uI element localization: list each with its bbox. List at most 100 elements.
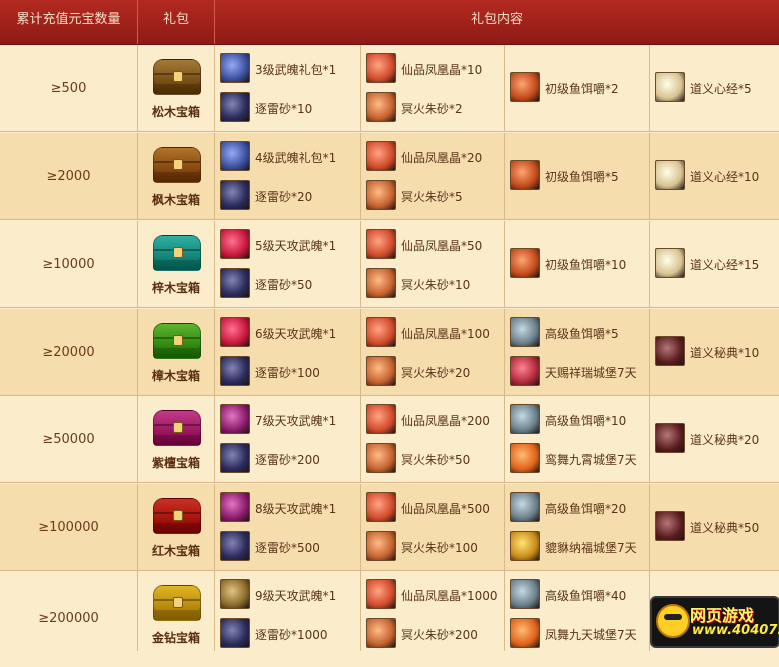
column-divider (360, 396, 361, 483)
reward-item-label: 仙品凤凰晶*500 (401, 502, 490, 516)
column-divider (137, 484, 138, 571)
header-pack: 礼包 (162, 12, 189, 27)
site-watermark: 网页游戏 www.40407.com (650, 596, 779, 648)
book-icon (655, 511, 685, 541)
column-divider (137, 309, 138, 396)
row-divider (0, 482, 779, 483)
reward-item-label: 高级鱼饵嚼*40 (545, 589, 627, 603)
column-divider (649, 45, 650, 132)
red-gem-icon (220, 229, 250, 259)
reward-item-label: 冥火朱砂*100 (401, 541, 478, 555)
reward-item-label: 道义心经*15 (690, 258, 760, 272)
castle-icon (510, 356, 540, 386)
watermark-url: www.40407.com (692, 623, 779, 638)
phoenix-crystal-icon (366, 53, 396, 83)
reward-item-label: 仙品凤凰晶*200 (401, 414, 490, 428)
reward-item-label: 高级鱼饵嚼*10 (545, 414, 627, 428)
reward-item-label: 冥火朱砂*2 (401, 102, 463, 116)
column-divider (214, 571, 215, 651)
red-gem-icon (220, 317, 250, 347)
table-row: ≥100000 红木宝箱 8级天攻武魄*1 仙品凤凰晶*500 高级鱼饵嚼*20 道义秘典… (0, 484, 779, 571)
pack-name: 紫檀宝箱 (151, 456, 200, 470)
table-row: ≥500 松木宝箱 3级武魄礼包*1 仙品凤凰晶*10 初级鱼饵嚼*2 道义心经*5 逐雷砂… (0, 45, 779, 132)
reward-item-label: 逐雷砂*100 (255, 366, 320, 380)
reward-item-label: 4级武魄礼包*1 (255, 151, 337, 165)
gift-box-icon (220, 141, 250, 171)
cinnabar-icon (366, 356, 396, 386)
row-divider (0, 219, 779, 220)
column-divider (360, 133, 361, 220)
threshold-cell: ≥20000 (42, 345, 95, 360)
thunder-sand-icon (220, 92, 250, 122)
book-icon (655, 336, 685, 366)
cinnabar-icon (366, 180, 396, 210)
reward-item-label: 道义秘典*20 (690, 433, 760, 447)
column-divider (504, 484, 505, 571)
reward-item-label: 仙品凤凰晶*20 (401, 151, 483, 165)
column-divider (214, 484, 215, 571)
column-divider (214, 309, 215, 396)
pack-cell: 枫木宝箱 (138, 133, 214, 220)
reward-item-label: 仙品凤凰晶*50 (401, 239, 483, 253)
reward-item-label: 逐雷砂*500 (255, 541, 320, 555)
pack-cell: 紫檀宝箱 (138, 396, 214, 483)
column-divider (137, 396, 138, 483)
reward-item-label: 冥火朱砂*50 (401, 453, 471, 467)
reward-item-label: 高级鱼饵嚼*20 (545, 502, 627, 516)
column-divider (214, 396, 215, 483)
column-divider (360, 571, 361, 651)
column-divider (649, 396, 650, 483)
reward-item-label: 3级武魄礼包*1 (255, 63, 337, 77)
cinnabar-icon (366, 443, 396, 473)
reward-item-label: 道义秘典*10 (690, 346, 760, 360)
purple-gem-icon (220, 492, 250, 522)
column-divider (649, 484, 650, 571)
treasure-chest-icon (153, 410, 201, 446)
reward-item-label: 初级鱼饵嚼*5 (545, 170, 619, 184)
thunder-sand-icon (220, 531, 250, 561)
thunder-sand-icon (220, 443, 250, 473)
cinnabar-icon (366, 92, 396, 122)
reward-item-label: 冥火朱砂*10 (401, 278, 471, 292)
cinnabar-icon (366, 531, 396, 561)
column-divider (649, 309, 650, 396)
reward-item-label: 5级天攻武魄*1 (255, 239, 337, 253)
bait-icon (510, 248, 540, 278)
reward-item-label: 高级鱼饵嚼*5 (545, 327, 619, 341)
thunder-sand-icon (220, 618, 250, 648)
reward-item-label: 初级鱼饵嚼*2 (545, 82, 619, 96)
treasure-chest-icon (153, 147, 201, 183)
column-divider (137, 571, 138, 651)
bait-blade-icon (510, 492, 540, 522)
reward-item-label: 仙品凤凰晶*10 (401, 63, 483, 77)
column-divider (137, 45, 138, 132)
reward-item-label: 逐雷砂*10 (255, 102, 313, 116)
column-divider (214, 45, 215, 132)
phoenix-crystal-icon (366, 229, 396, 259)
pack-cell: 松木宝箱 (138, 45, 214, 132)
scroll-icon (655, 72, 685, 102)
reward-item-label: 逐雷砂*1000 (255, 628, 328, 642)
phoenix-castle-icon (510, 618, 540, 648)
reward-item-label: 冥火朱砂*200 (401, 628, 478, 642)
reward-item-label: 道义心经*5 (690, 82, 752, 96)
threshold-cell: ≥50000 (42, 432, 95, 447)
table-row: ≥10000 梓木宝箱 5级天攻武魄*1 仙品凤凰晶*50 初级鱼饵嚼*10 道义心经*1… (0, 221, 779, 308)
reward-item-label: 9级天攻武魄*1 (255, 589, 337, 603)
phoenix-crystal-icon (366, 141, 396, 171)
cinnabar-icon (366, 268, 396, 298)
column-divider (360, 221, 361, 308)
reward-item-label: 初级鱼饵嚼*10 (545, 258, 627, 272)
bait-icon (510, 160, 540, 190)
pack-cell: 金钻宝箱 (138, 571, 214, 651)
phoenix-crystal-icon (366, 404, 396, 434)
column-divider (504, 396, 505, 483)
reward-item-label: 仙品凤凰晶*100 (401, 327, 490, 341)
threshold-cell: ≥2000 (46, 169, 91, 184)
pack-cell: 樟木宝箱 (138, 309, 214, 396)
column-divider (649, 221, 650, 308)
pack-name: 金钻宝箱 (151, 631, 200, 645)
pixiu-castle-icon (510, 531, 540, 561)
thunder-sand-icon (220, 268, 250, 298)
row-divider (0, 307, 779, 308)
